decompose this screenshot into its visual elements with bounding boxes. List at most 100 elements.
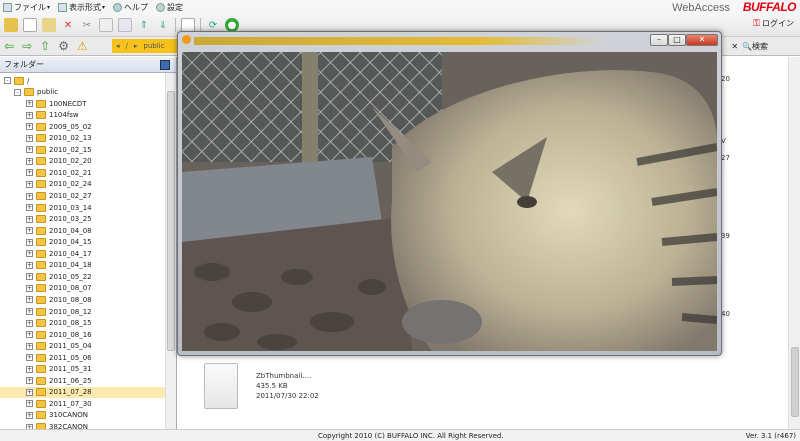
scrollbar-thumb[interactable] <box>167 91 175 351</box>
expand-icon[interactable]: + <box>26 388 33 396</box>
cut-icon[interactable]: ✂ <box>80 18 94 32</box>
tree-item-public[interactable]: - public <box>0 87 166 98</box>
folder-tree-scrollbar[interactable] <box>165 73 176 441</box>
minimize-button[interactable]: – <box>650 34 668 46</box>
tree-item-folder[interactable]: +2010_02_24 <box>0 179 166 190</box>
tree-item-folder[interactable]: +2010_02_27 <box>0 191 166 202</box>
tree-item-folder[interactable]: +2011_05_31 <box>0 364 166 375</box>
expand-icon[interactable]: + <box>26 146 33 154</box>
tree-item-root[interactable]: - / <box>0 75 166 86</box>
up-icon[interactable]: ⇧ <box>40 39 50 53</box>
paste-icon[interactable] <box>99 18 113 32</box>
expand-icon[interactable]: + <box>26 157 33 165</box>
refresh-icon[interactable]: ⟳ <box>206 18 220 32</box>
expand-icon[interactable]: + <box>26 365 33 373</box>
download-icon[interactable]: ⇓ <box>156 18 170 32</box>
expand-icon[interactable]: + <box>26 319 33 327</box>
expand-icon[interactable]: + <box>26 123 33 131</box>
search-button[interactable]: ✕ 🔍 検索 <box>731 41 768 52</box>
menu-settings[interactable]: 設定 <box>156 2 183 13</box>
expand-icon[interactable]: + <box>26 180 33 188</box>
expand-icon[interactable]: + <box>26 411 33 419</box>
tree-item-folder[interactable]: +2011_07_28 <box>0 386 166 398</box>
login-link[interactable]: ⚿ ログイン <box>753 18 794 29</box>
tree-item-folder[interactable]: +2010_04_15 <box>0 237 166 248</box>
tree-item-folder[interactable]: +2011_05_06 <box>0 352 166 363</box>
tree-item-folder[interactable]: +310CANON <box>0 410 166 421</box>
forward-icon[interactable]: ⇨ <box>22 39 32 53</box>
tree-item-folder[interactable]: +2010_03_25 <box>0 214 166 225</box>
expand-icon[interactable]: + <box>26 134 33 142</box>
expand-icon[interactable]: + <box>26 400 33 408</box>
expand-icon[interactable]: + <box>26 308 33 315</box>
new-file-icon[interactable] <box>23 18 37 32</box>
collapse-icon[interactable]: - <box>4 77 11 84</box>
tree-item-folder[interactable]: +2010_08_12 <box>0 306 166 317</box>
expand-icon[interactable]: + <box>26 100 33 108</box>
tree-item-folder[interactable]: +2010_03_14 <box>0 202 166 213</box>
side-time: 20 <box>721 75 730 83</box>
collapse-icon[interactable]: - <box>14 88 21 96</box>
expand-icon[interactable]: + <box>26 192 33 200</box>
scrollbar-thumb[interactable] <box>791 347 799 417</box>
expand-icon[interactable]: + <box>26 238 33 246</box>
select-all-icon[interactable] <box>181 18 195 32</box>
expand-icon[interactable]: + <box>26 250 33 258</box>
tree-item-folder[interactable]: +2010_04_08 <box>0 225 166 236</box>
upload-icon[interactable]: ⇑ <box>137 18 151 32</box>
tree-item-folder[interactable]: +2011_06_25 <box>0 375 166 386</box>
tree-item-folder[interactable]: +2011_05_04 <box>0 341 166 352</box>
file-info[interactable]: ZbThumbnail.... 435.5 KB 2011/07/30 22:0… <box>256 371 319 401</box>
expand-icon[interactable]: + <box>26 342 33 350</box>
tree-item-folder[interactable]: +2009_05_02 <box>0 121 166 132</box>
tree-item-folder[interactable]: +2010_02_13 <box>0 133 166 144</box>
tree-item-folder[interactable]: +2010_02_20 <box>0 156 166 167</box>
back-icon[interactable]: ⇦ <box>4 39 14 53</box>
tree-item-folder[interactable]: +2010_08_07 <box>0 283 166 294</box>
video-window-titlebar[interactable]: – □ ✕ <box>180 34 718 48</box>
settings-icon[interactable]: ⚙ <box>58 39 69 53</box>
menu-view[interactable]: 表示形式 ▾ <box>58 2 105 13</box>
expand-icon[interactable]: + <box>26 377 33 385</box>
video-frame[interactable] <box>182 52 717 351</box>
expand-icon[interactable]: + <box>26 169 33 177</box>
expand-icon[interactable]: + <box>26 215 33 223</box>
tree-item-folder[interactable]: +2010_08_15 <box>0 318 166 329</box>
path-root[interactable]: / <box>126 42 128 50</box>
delete-icon[interactable]: ✕ <box>61 18 75 32</box>
expand-icon[interactable]: + <box>26 331 33 339</box>
tree-item-folder[interactable]: +2010_02_21 <box>0 167 166 178</box>
tree-item-folder[interactable]: +2010_04_17 <box>0 248 166 259</box>
tree-item-folder[interactable]: +100NECDT <box>0 98 166 109</box>
tree-item-folder[interactable]: +2010_05_22 <box>0 271 166 282</box>
copy-icon[interactable] <box>42 18 56 32</box>
path-folder[interactable]: public <box>143 42 164 50</box>
menu-file[interactable]: ファイル ▾ <box>3 2 50 13</box>
tree-item-folder[interactable]: +2010_04_18 <box>0 260 166 271</box>
tree-item-folder[interactable]: +2011_07_30 <box>0 398 166 409</box>
expand-icon[interactable]: + <box>26 111 33 119</box>
expand-icon[interactable]: + <box>26 273 33 281</box>
folder-icon[interactable] <box>4 18 18 32</box>
close-button[interactable]: ✕ <box>686 34 718 46</box>
maximize-button[interactable]: □ <box>668 34 686 46</box>
menu-help[interactable]: ヘルプ <box>113 2 148 13</box>
rename-icon[interactable] <box>118 18 132 32</box>
expand-icon[interactable]: + <box>26 227 33 235</box>
file-list-scrollbar[interactable] <box>788 57 800 429</box>
expand-icon[interactable]: + <box>26 296 33 304</box>
clear-icon[interactable]: ✕ <box>731 42 738 51</box>
go-icon[interactable]: ● <box>225 18 239 32</box>
expand-icon[interactable]: + <box>26 204 33 212</box>
tree-item-folder[interactable]: +2010_08_08 <box>0 294 166 305</box>
video-player-window[interactable]: – □ ✕ <box>177 31 722 356</box>
expand-icon[interactable]: + <box>26 284 33 292</box>
tree-item-folder[interactable]: +2010_02_15 <box>0 144 166 155</box>
expand-icon[interactable]: + <box>26 261 33 269</box>
collapse-panel-icon[interactable] <box>160 60 170 70</box>
warning-icon[interactable]: ⚠ <box>77 39 88 53</box>
expand-icon[interactable]: + <box>26 354 33 362</box>
tree-item-folder[interactable]: +1104fsw <box>0 110 166 121</box>
tree-item-folder[interactable]: +2010_08_16 <box>0 329 166 340</box>
file-thumbnail[interactable] <box>204 363 238 409</box>
